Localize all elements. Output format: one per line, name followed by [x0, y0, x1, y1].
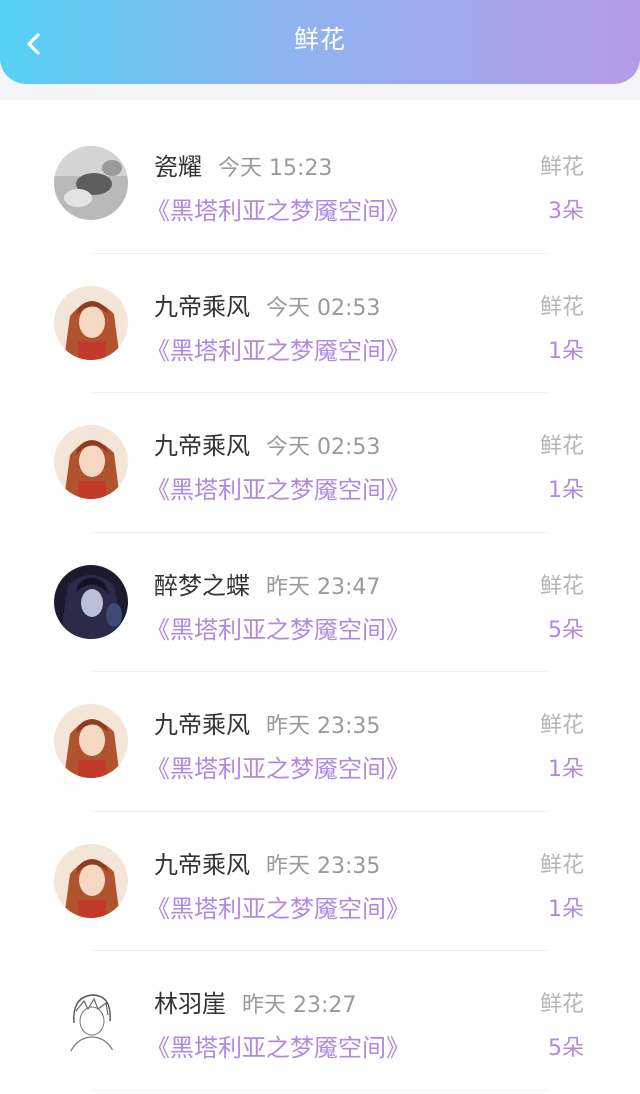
list-item[interactable]: 九帝乘风 今天 02:53 《黑塔利亚之梦魇空间》 鲜花 1朵 [0, 254, 640, 393]
avatar[interactable] [54, 146, 128, 220]
sender-name: 九帝乘风 昨天 23:35 [154, 850, 381, 879]
flower-count: 1朵 [548, 338, 584, 364]
gift-type-label: 鲜花 [539, 294, 584, 320]
sender-name: 瓷耀 今天 15:23 [154, 153, 333, 181]
book-title-link[interactable]: 《黑塔利亚之梦魇空间》 [146, 610, 410, 645]
sender-name: 九帝乘风 昨天 23:35 [154, 711, 381, 739]
gift-type-label: 鲜花 [539, 155, 584, 180]
book-title-link[interactable]: 《黑塔利亚之梦魇空间》 [146, 191, 410, 226]
sender-name: 醉梦之蝶 昨天 23:47 [154, 571, 381, 600]
send-time: 今天 02:53 [266, 435, 381, 460]
send-time: 昨天 23:47 [266, 574, 381, 600]
sender-name: 九帝乘风 今天 02:53 [154, 292, 381, 321]
avatar[interactable] [54, 843, 128, 918]
list-item[interactable]: 瓷耀 今天 15:23 《黑塔利亚之梦魇空间》 鲜花 3朵 [0, 114, 640, 254]
flower-record-list: 瓷耀 今天 15:23 《黑塔利亚之梦魇空间》 鲜花 3朵 九帝乘风 今天 02:5… [0, 114, 640, 1091]
gift-type-label: 鲜花 [539, 852, 584, 878]
book-title-link[interactable]: 《黑塔利亚之梦魇空间》 [146, 470, 410, 505]
avatar[interactable] [54, 983, 128, 1057]
avatar[interactable] [54, 564, 128, 639]
book-title-link[interactable]: 《黑塔利亚之梦魇空间》 [146, 331, 410, 366]
list-item[interactable]: 林羽崖 昨天 23:27 《黑塔利亚之梦魇空间》 鲜花 5朵 [0, 951, 640, 1091]
send-time: 今天 02:53 [266, 295, 381, 321]
avatar[interactable] [54, 425, 128, 499]
flower-count: 1朵 [548, 757, 584, 782]
flower-record-list-panel: 瓷耀 今天 15:23 《黑塔利亚之梦魇空间》 鲜花 3朵 九帝乘风 今天 02:5… [0, 100, 640, 1094]
sender-name: 林羽崖 昨天 23:27 [154, 990, 357, 1018]
list-item[interactable]: 九帝乘风 今天 02:53 《黑塔利亚之梦魇空间》 鲜花 1朵 [0, 393, 640, 533]
book-title-link[interactable]: 《黑塔利亚之梦魇空间》 [146, 1028, 410, 1063]
list-item[interactable]: 九帝乘风 昨天 23:35 《黑塔利亚之梦魇空间》 鲜花 1朵 [0, 812, 640, 951]
avatar[interactable] [54, 285, 128, 360]
top-bar: 鲜花 [0, 0, 640, 84]
back-button[interactable] [14, 24, 54, 64]
avatar[interactable] [54, 704, 128, 778]
gift-type-label: 鲜花 [539, 573, 584, 599]
book-title-link[interactable]: 《黑塔利亚之梦魇空间》 [146, 889, 410, 924]
list-item[interactable]: 醉梦之蝶 昨天 23:47 《黑塔利亚之梦魇空间》 鲜花 5朵 [0, 533, 640, 672]
flower-count: 5朵 [548, 617, 584, 643]
send-time: 昨天 23:35 [266, 714, 381, 739]
page-title: 鲜花 [293, 25, 346, 54]
gift-type-label: 鲜花 [539, 434, 584, 459]
send-time: 今天 15:23 [218, 156, 333, 181]
flower-count: 5朵 [548, 1036, 584, 1061]
flower-count: 1朵 [548, 896, 584, 922]
gift-type-label: 鲜花 [539, 713, 584, 738]
divider [90, 1089, 550, 1091]
gift-type-label: 鲜花 [539, 992, 584, 1017]
flower-count: 1朵 [548, 478, 584, 503]
send-time: 昨天 23:27 [242, 993, 357, 1018]
list-item[interactable]: 九帝乘风 昨天 23:35 《黑塔利亚之梦魇空间》 鲜花 1朵 [0, 672, 640, 812]
sender-name: 九帝乘风 今天 02:53 [154, 432, 381, 460]
send-time: 昨天 23:35 [266, 853, 381, 879]
chevron-left-icon [27, 33, 40, 55]
book-title-link[interactable]: 《黑塔利亚之梦魇空间》 [146, 749, 410, 784]
flower-count: 3朵 [548, 199, 584, 224]
